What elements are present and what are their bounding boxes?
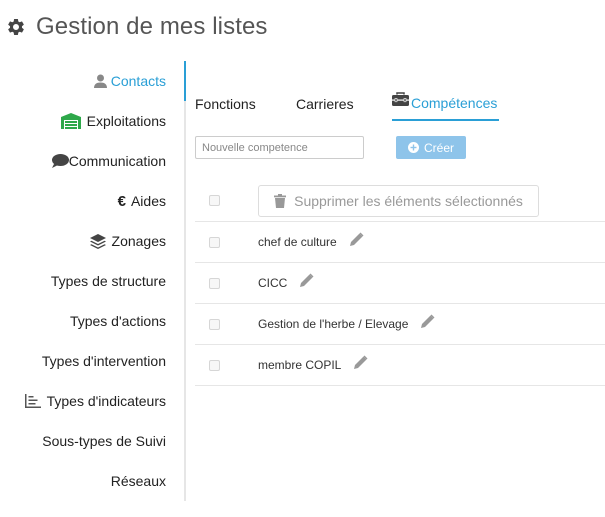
competence-label: membre COPIL	[258, 358, 342, 372]
competence-cell: Gestion de l'herbe / Elevage	[258, 314, 435, 331]
sidebar-item-aides[interactable]: € Aides	[118, 181, 166, 221]
row-checkbox[interactable]	[209, 236, 220, 248]
tab-bar: Fonctions Carrieres Compétences	[195, 87, 605, 121]
sidebar-item-contacts[interactable]: Contacts	[93, 61, 166, 101]
toolbox-icon	[392, 91, 409, 111]
competence-label: CICC	[258, 276, 288, 290]
chart-icon	[24, 394, 41, 408]
tab-label: Carrieres	[296, 96, 354, 112]
pencil-icon[interactable]	[349, 232, 364, 246]
create-button-label: Créer	[423, 140, 454, 155]
tab-carrieres[interactable]: Carrieres	[296, 87, 354, 121]
select-all-checkbox[interactable]	[209, 195, 220, 206]
euro-icon: €	[117, 192, 126, 210]
sidebar-item-types-d-intervention[interactable]: Types d'intervention	[42, 341, 166, 381]
table-row: CICC	[195, 263, 605, 304]
competence-label: Gestion de l'herbe / Elevage	[258, 317, 409, 331]
trash-icon	[274, 194, 287, 208]
create-button[interactable]: Créer	[396, 136, 466, 159]
row-checkbox[interactable]	[209, 277, 220, 289]
sidebar-item-types-de-structure[interactable]: Types de structure	[51, 261, 166, 301]
tab-fonctions[interactable]: Fonctions	[195, 87, 256, 121]
competence-cell: membre COPIL	[258, 355, 368, 372]
delete-selected-label: Supprimer les éléments sélectionnés	[294, 193, 523, 209]
sidebar-item-label: Exploitations	[86, 113, 166, 129]
pencil-icon[interactable]	[300, 273, 314, 287]
tab-label: Compétences	[411, 95, 498, 111]
tab-label: Fonctions	[195, 96, 256, 112]
row-checkbox[interactable]	[209, 359, 220, 371]
sidebar-item-types-d-indicateurs[interactable]: Types d'indicateurs	[24, 381, 166, 421]
layers-icon	[89, 233, 106, 249]
sidebar-item-label: Types d'indicateurs	[46, 393, 166, 409]
competences-table: Supprimer les éléments sélectionnés chef…	[195, 180, 605, 386]
sidebar-item-label: Contacts	[110, 73, 166, 89]
page-header: Gestion de mes listes	[6, 13, 268, 41]
delete-selected-button[interactable]: Supprimer les éléments sélectionnés	[258, 185, 539, 217]
pencil-icon[interactable]	[421, 314, 435, 328]
warehouse-icon	[60, 113, 81, 129]
tab-competences[interactable]: Compétences	[392, 87, 499, 121]
comment-icon	[51, 154, 69, 168]
new-competence-input[interactable]	[195, 136, 364, 159]
sidebar-item-label: Types d'actions	[69, 313, 166, 329]
competence-cell: chef de culture	[258, 232, 364, 249]
sidebar-item-label: Types de structure	[50, 273, 166, 289]
sidebar-item-sous-types-de-suivi[interactable]: Sous-types de Suivi	[42, 421, 166, 461]
competence-label: chef de culture	[258, 235, 337, 249]
sidebar-item-zonages[interactable]: Zonages	[89, 221, 166, 261]
table-row: Gestion de l'herbe / Elevage	[195, 304, 605, 345]
page-title: Gestion de mes listes	[36, 13, 268, 40]
pencil-icon[interactable]	[354, 355, 368, 369]
sidebar-item-types-d-actions[interactable]: Types d'actions	[70, 301, 166, 341]
plus-circle-icon	[407, 142, 419, 153]
table-row: chef de culture	[195, 222, 605, 263]
sidebar-item-label: Types d'intervention	[41, 353, 166, 369]
sidebar-item-label: Réseaux	[110, 473, 166, 489]
sidebar-item-label: Sous-types de Suivi	[42, 433, 166, 449]
sidebar: Contacts Exploitations Communication € A…	[0, 61, 186, 501]
sidebar-item-label: Aides	[130, 193, 166, 209]
sidebar-item-label: Zonages	[111, 233, 166, 249]
gear-icon	[8, 18, 24, 35]
sidebar-item-exploitations[interactable]: Exploitations	[60, 101, 166, 141]
sidebar-active-indicator	[184, 61, 186, 101]
sidebar-item-communication[interactable]: Communication	[51, 141, 166, 181]
table-header-row: Supprimer les éléments sélectionnés	[195, 180, 605, 222]
row-checkbox[interactable]	[209, 318, 220, 330]
table-row: membre COPIL	[195, 345, 605, 386]
sidebar-item-reseaux[interactable]: Réseaux	[111, 461, 166, 501]
competence-cell: CICC	[258, 273, 314, 290]
sidebar-item-label: Communication	[68, 153, 166, 169]
user-icon	[93, 74, 107, 88]
